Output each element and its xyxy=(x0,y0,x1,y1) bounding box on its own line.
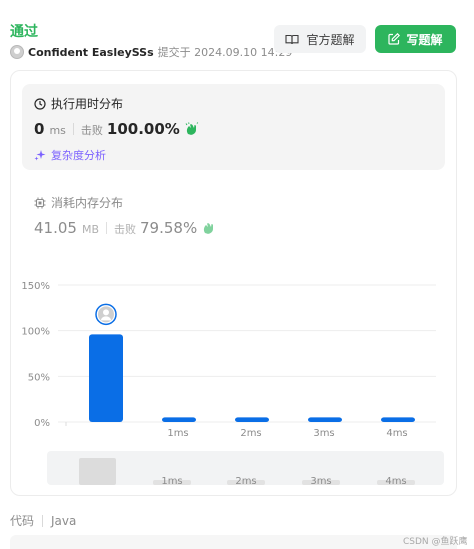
code-language: Java xyxy=(51,513,77,528)
chart-bar xyxy=(308,417,342,422)
scrubber-handle[interactable] xyxy=(79,458,116,485)
memory-value: 41.05 xyxy=(34,219,77,237)
memory-percent: 79.58% xyxy=(140,219,198,237)
divider xyxy=(42,514,44,527)
memory-beats-label: 击败 xyxy=(114,223,136,236)
username[interactable]: Confident EasleySSs xyxy=(28,46,154,59)
runtime-panel[interactable]: 执行用时分布 0 ms 击败 100.00% 复杂度分析 xyxy=(22,84,445,170)
chart-bar xyxy=(89,334,123,422)
code-label: 代码 xyxy=(10,514,35,528)
chip-icon xyxy=(34,197,46,208)
runtime-title-text: 执行用时分布 xyxy=(51,97,124,111)
code-section-header: 代码 Java xyxy=(10,512,76,529)
clap-icon xyxy=(185,122,199,135)
user-avatar[interactable] xyxy=(10,45,24,59)
submitted-time: 提交于 2024.09.10 14:29 xyxy=(157,46,293,59)
official-solution-button[interactable]: 官方题解 xyxy=(274,25,366,53)
memory-title-text: 消耗内存分布 xyxy=(51,196,124,210)
submitter-info: Confident EasleySSs 提交于 2024.09.10 14:29 xyxy=(10,44,292,60)
official-solution-label: 官方题解 xyxy=(306,32,355,47)
write-solution-label: 写题解 xyxy=(406,32,443,47)
chart-range-scrubber[interactable] xyxy=(47,451,444,485)
runtime-unit: ms xyxy=(49,124,66,137)
sparkle-icon xyxy=(34,150,46,161)
chart-bar xyxy=(235,417,269,422)
chart-bar xyxy=(381,417,415,422)
status-accepted: 通过 xyxy=(10,24,38,40)
runtime-stats: 0 ms 击败 100.00% xyxy=(34,120,199,138)
divider xyxy=(106,222,107,234)
memory-stats: 41.05 MB 击败 79.58% xyxy=(34,219,216,237)
clap-icon xyxy=(204,223,214,234)
memory-title[interactable]: 消耗内存分布 xyxy=(34,194,123,211)
watermark: CSDN @鱼跃鹰飞 xyxy=(403,537,468,547)
divider xyxy=(72,123,74,135)
runtime-beats-label: 击败 xyxy=(80,124,103,137)
runtime-title: 执行用时分布 xyxy=(34,95,123,112)
clock-icon xyxy=(34,97,46,110)
complexity-analysis-link[interactable]: 复杂度分析 xyxy=(34,147,106,163)
edit-icon xyxy=(388,33,401,45)
complexity-label: 复杂度分析 xyxy=(51,149,106,162)
runtime-value: 0 xyxy=(34,120,45,138)
memory-unit: MB xyxy=(81,223,99,236)
code-block xyxy=(10,535,457,549)
book-icon xyxy=(285,34,300,44)
write-solution-button[interactable]: 写题解 xyxy=(375,25,456,53)
runtime-percent: 100.00% xyxy=(106,120,180,138)
chart-bar xyxy=(162,417,196,422)
